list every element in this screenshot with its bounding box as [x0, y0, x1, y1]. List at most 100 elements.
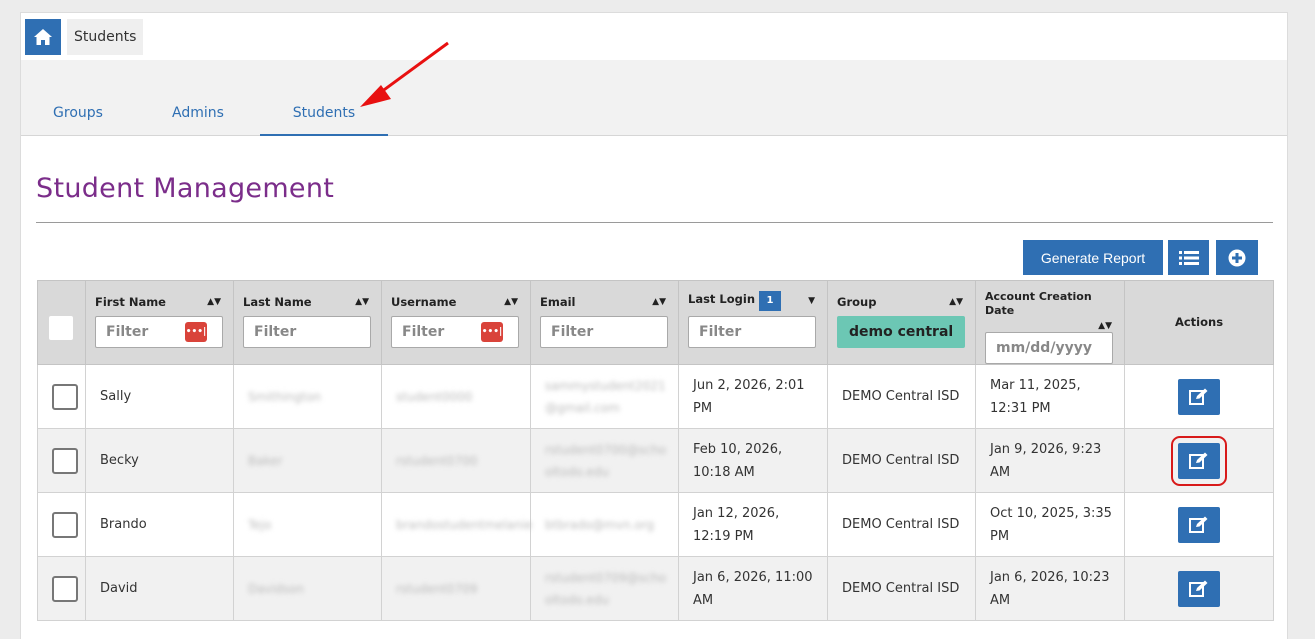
password-manager-icon[interactable]: •••|	[185, 322, 207, 342]
edit-student-button[interactable]	[1178, 506, 1220, 543]
email-cell: btbrado@mvn.org	[530, 492, 679, 557]
col-first-name-label[interactable]: First Name	[95, 295, 166, 309]
col-last-name-label[interactable]: Last Name	[243, 295, 312, 309]
row-select-cell	[37, 364, 86, 429]
group-value: DEMO Central ISD	[842, 389, 960, 404]
list-icon	[1178, 250, 1199, 265]
password-manager-icon[interactable]: •••|	[481, 322, 503, 342]
title-divider	[36, 222, 1273, 223]
col-account-created-label[interactable]: Account Creation Date	[985, 290, 1092, 317]
columns-button[interactable]	[1168, 240, 1209, 275]
edit-icon	[1189, 580, 1208, 597]
edit-student-button[interactable]	[1178, 570, 1220, 607]
table-row[interactable]: Brando Tejo brandostudentmelanie btbrado@mv…	[37, 492, 1274, 557]
first-name-value: Becky	[100, 453, 139, 468]
last-name-value: Davidson	[248, 581, 304, 596]
tab-admins[interactable]: Admins	[139, 60, 257, 136]
app-frame: Students Groups Admins Students Student …	[20, 12, 1288, 639]
home-button[interactable]	[25, 19, 61, 55]
username-cell: rstudent0709	[381, 556, 531, 621]
table-row[interactable]: Sally Smithington student0000 sammystudent2…	[37, 364, 1274, 429]
group-cell: DEMO Central ISD	[827, 492, 976, 557]
col-actions-label: Actions	[1174, 315, 1224, 329]
created-value: Oct 10, 2025, 3:35 PM	[990, 505, 1112, 544]
group-filter-select[interactable]: demo central	[837, 316, 965, 348]
last-login-value: Jun 2, 2026, 2:01 PM	[693, 377, 805, 416]
first-name-cell: David	[85, 556, 234, 621]
table-header-row: First Name ▲▼ Filter •••| Last Name ▲▼ Filt…	[37, 280, 1274, 365]
breadcrumb-current[interactable]: Students	[67, 19, 144, 55]
actions-cell	[1124, 428, 1274, 493]
tab-groups[interactable]: Groups	[21, 60, 135, 136]
sort-order-badge: 1	[759, 291, 782, 311]
first-name-value: Brando	[100, 517, 147, 532]
username-value: rstudent0700	[396, 453, 478, 468]
last-login-cell: Feb 10, 2026, 10:18 AM	[678, 428, 828, 493]
group-cell: DEMO Central ISD	[827, 364, 976, 429]
account-created-filter[interactable]: mm/dd/yyyy	[985, 332, 1113, 364]
sort-icon[interactable]: ▲▼	[207, 298, 221, 307]
last-login-value: Jan 6, 2026, 11:00 AM	[693, 569, 813, 608]
last-name-filter[interactable]: Filter	[243, 316, 371, 348]
col-last-login-label[interactable]: Last Login	[688, 292, 755, 306]
col-email-label[interactable]: Email	[540, 295, 575, 309]
col-username-label[interactable]: Username	[391, 295, 456, 309]
plus-circle-icon	[1228, 249, 1246, 266]
email-cell: rstudent0709@schooltodo.edu	[530, 556, 679, 621]
created-value: Jan 9, 2026, 9:23 AM	[990, 441, 1102, 480]
select-all-checkbox[interactable]	[49, 316, 73, 340]
sort-icon[interactable]: ▲▼	[1098, 322, 1112, 331]
username-value: brandostudentmelanie	[396, 517, 533, 532]
last-login-value: Feb 10, 2026, 10:18 AM	[693, 441, 783, 480]
sort-icon[interactable]: ▲▼	[949, 298, 963, 307]
edit-student-button[interactable]	[1178, 378, 1220, 415]
row-checkbox[interactable]	[52, 511, 78, 538]
last-login-cell: Jun 2, 2026, 2:01 PM	[678, 364, 828, 429]
edit-icon	[1189, 452, 1208, 469]
row-checkbox[interactable]	[52, 575, 78, 602]
username-value: rstudent0709	[396, 581, 478, 596]
table-row[interactable]: David Davidson rstudent0709 rstudent0709@sc…	[37, 556, 1274, 621]
edit-student-button[interactable]	[1171, 435, 1227, 486]
col-account-created: Account Creation Date ▲▼ mm/dd/yyyy	[975, 280, 1125, 365]
home-icon	[34, 29, 52, 45]
col-first-name: First Name ▲▼ Filter •••|	[85, 280, 234, 365]
col-group-label[interactable]: Group	[837, 295, 876, 309]
last-name-value: Tejo	[248, 517, 272, 532]
add-student-button[interactable]	[1216, 240, 1258, 275]
sort-desc-icon[interactable]: ▼	[808, 296, 815, 306]
group-value: DEMO Central ISD	[842, 581, 960, 596]
email-value: rstudent0709@schooltodo.edu	[545, 570, 667, 607]
last-login-cell: Jan 6, 2026, 11:00 AM	[678, 556, 828, 621]
row-select-cell	[37, 428, 86, 493]
col-username: Username ▲▼ Filter •••|	[381, 280, 531, 365]
students-table: First Name ▲▼ Filter •••| Last Name ▲▼ Filt…	[37, 280, 1274, 621]
username-value: student0000	[396, 389, 473, 404]
generate-report-button[interactable]: Generate Report	[1023, 240, 1163, 275]
sort-icon[interactable]: ▲▼	[504, 298, 518, 307]
col-last-name: Last Name ▲▼ Filter	[233, 280, 382, 365]
last-login-filter[interactable]: Filter	[688, 316, 816, 348]
group-value: DEMO Central ISD	[842, 453, 960, 468]
tab-students[interactable]: Students	[260, 60, 388, 136]
username-cell: student0000	[381, 364, 531, 429]
created-cell: Oct 10, 2025, 3:35 PM	[975, 492, 1125, 557]
row-checkbox[interactable]	[52, 383, 78, 410]
username-cell: brandostudentmelanie	[381, 492, 533, 557]
created-value: Jan 6, 2026, 10:23 AM	[990, 569, 1110, 608]
actions-cell	[1124, 556, 1274, 621]
last-name-cell: Davidson	[233, 556, 382, 621]
last-name-value: Smithington	[248, 389, 322, 404]
username-filter[interactable]: Filter •••|	[391, 316, 519, 348]
created-value: Mar 11, 2025, 12:31 PM	[990, 377, 1081, 416]
email-filter[interactable]: Filter	[540, 316, 668, 348]
table-row[interactable]: Becky Baker rstudent0700 rstudent0700@schoo…	[37, 428, 1274, 493]
first-name-filter[interactable]: Filter •••|	[95, 316, 223, 348]
row-checkbox[interactable]	[52, 447, 78, 474]
sort-icon[interactable]: ▲▼	[652, 298, 666, 307]
email-cell: rstudent0700@schooltodo.edu	[530, 428, 679, 493]
page-title: Student Management	[36, 173, 335, 204]
sort-icon[interactable]: ▲▼	[355, 298, 369, 307]
breadcrumb: Students	[21, 13, 1287, 60]
col-group: Group ▲▼ demo central	[827, 280, 976, 365]
